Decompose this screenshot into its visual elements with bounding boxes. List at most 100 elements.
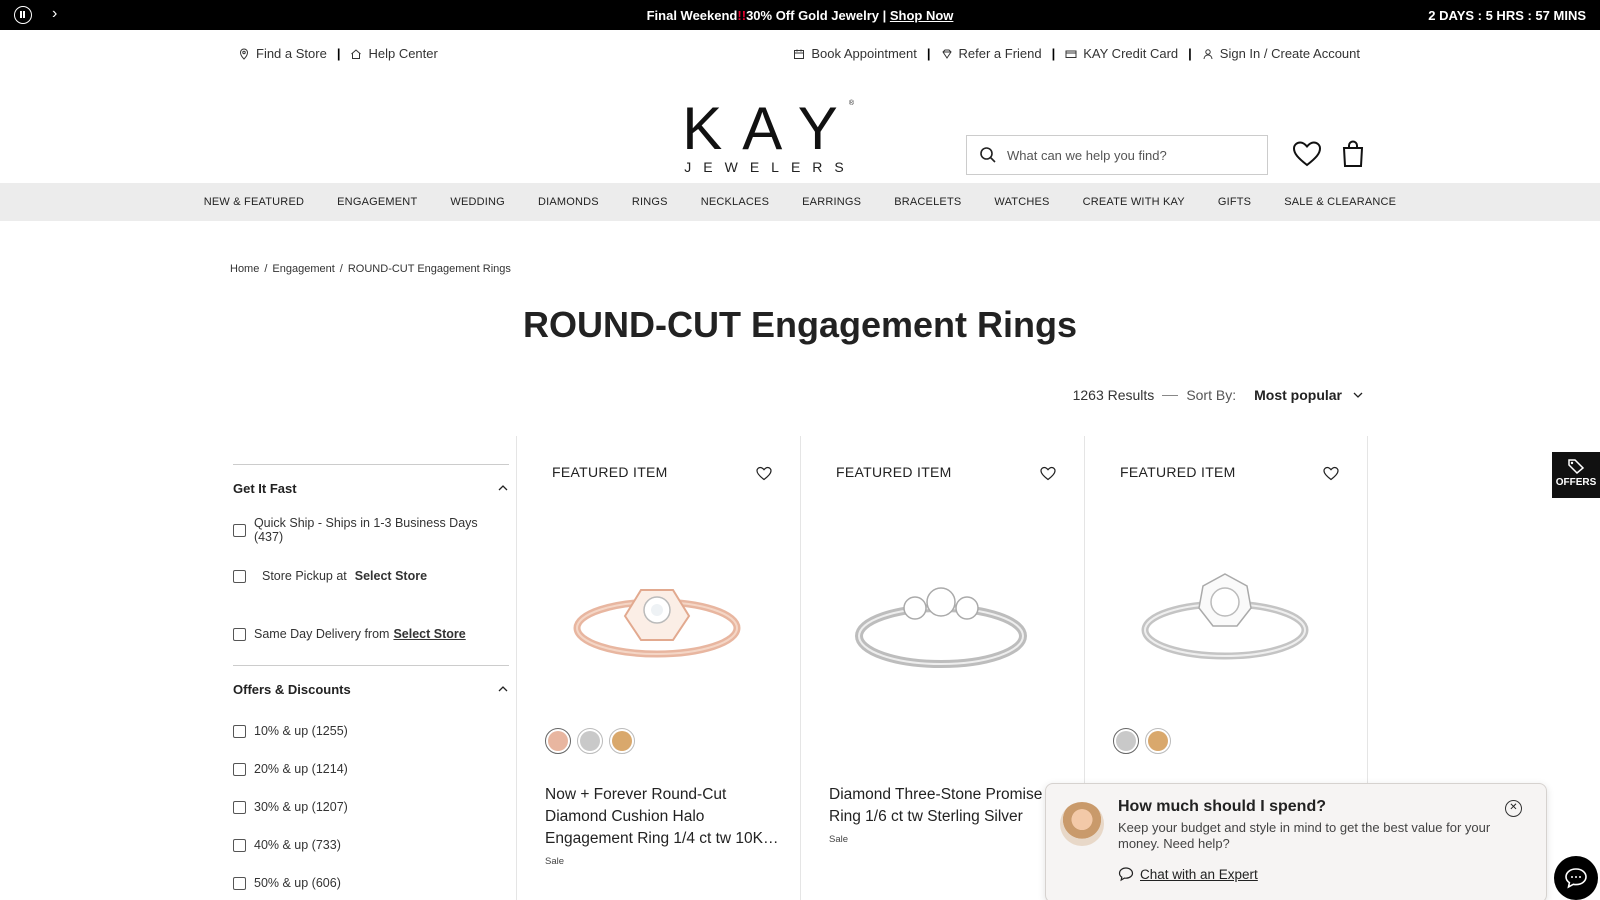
- featured-badge: FEATURED ITEM: [1120, 464, 1236, 480]
- shop-now-link[interactable]: Shop Now: [890, 8, 954, 23]
- product-card[interactable]: FEATURED ITEM Diamond Three-Stone Promis…: [800, 436, 1084, 900]
- featured-badge: FEATURED ITEM: [836, 464, 952, 480]
- sort-dropdown[interactable]: Most popular: [1254, 387, 1342, 403]
- select-store-link-2[interactable]: Select Store: [393, 627, 465, 641]
- select-store-link[interactable]: Select Store: [355, 569, 427, 583]
- product-card[interactable]: FEATURED ITEM Now + Forever Round-Cut Di…: [516, 436, 800, 900]
- offers-tab[interactable]: OFFERS: [1552, 452, 1600, 498]
- ring-image[interactable]: [557, 546, 757, 686]
- checkbox[interactable]: [233, 523, 246, 537]
- filter-quick-ship[interactable]: Quick Ship - Ships in 1-3 Business Days …: [233, 511, 509, 549]
- close-icon[interactable]: ✕: [1505, 800, 1522, 817]
- heart-icon[interactable]: [1323, 466, 1339, 481]
- checkbox[interactable]: [233, 724, 246, 738]
- nav-bracelets[interactable]: BRACELETS: [878, 196, 978, 208]
- checkbox[interactable]: [233, 762, 246, 776]
- filter-store-pickup[interactable]: Store Pickup at Select Store: [233, 549, 509, 603]
- swatch-rose-gold[interactable]: [545, 728, 571, 754]
- promo-bar: › Final Weekend!!30% Off Gold Jewelry | …: [0, 0, 1600, 30]
- swatch-yellow-gold[interactable]: [1145, 728, 1171, 754]
- tag-icon: [1568, 459, 1585, 474]
- chat-popup: How much should I spend? Keep your budge…: [1045, 783, 1547, 900]
- diamond-icon: [941, 49, 952, 59]
- nav-engagement[interactable]: ENGAGEMENT: [321, 196, 434, 208]
- nav-wedding[interactable]: WEDDING: [434, 196, 522, 208]
- location-pin-icon: [239, 47, 249, 60]
- help-house-icon: [351, 48, 362, 59]
- ring-image[interactable]: [1125, 546, 1325, 686]
- checkbox[interactable]: [233, 627, 246, 641]
- nav-earrings[interactable]: EARRINGS: [786, 196, 878, 208]
- chat-question: How much should I spend?: [1118, 798, 1326, 815]
- ring-image[interactable]: [841, 546, 1041, 686]
- sale-tag: Sale: [829, 834, 849, 845]
- book-appointment-link[interactable]: Book Appointment: [793, 46, 917, 61]
- kay-logo[interactable]: KAY JEWELERS ®: [680, 99, 860, 176]
- search-input[interactable]: [1007, 147, 1247, 163]
- swatch-white-gold[interactable]: [1113, 728, 1139, 754]
- checkbox[interactable]: [233, 876, 246, 890]
- nav-sale-clearance[interactable]: SALE & CLEARANCE: [1268, 196, 1413, 208]
- refer-friend-link[interactable]: Refer a Friend: [941, 46, 1042, 61]
- sign-in-link[interactable]: Sign In / Create Account: [1202, 46, 1360, 61]
- nav-diamonds[interactable]: DIAMONDS: [521, 196, 615, 208]
- filter-sidebar: Get It Fast Quick Ship - Ships in 1-3 Bu…: [233, 464, 509, 900]
- sale-tag: Sale: [545, 856, 565, 867]
- chat-launcher-button[interactable]: [1554, 856, 1598, 900]
- chat-description: Keep your budget and style in mind to ge…: [1118, 820, 1491, 851]
- filter-offers-header[interactable]: Offers & Discounts: [233, 666, 509, 712]
- featured-badge: FEATURED ITEM: [552, 464, 668, 480]
- filter-offer-30[interactable]: 30% & up (1207): [233, 788, 509, 826]
- nav-gifts[interactable]: GIFTS: [1201, 196, 1267, 208]
- utility-right: Book Appointment | Refer a Friend | KAY …: [793, 46, 1360, 61]
- breadcrumb: Home / Engagement / ROUND-CUT Engagement Rin…: [230, 263, 511, 275]
- wishlist-heart-icon[interactable]: [1292, 140, 1322, 168]
- metal-swatches: [545, 728, 635, 754]
- chat-bubble-icon: [1118, 867, 1134, 882]
- sort-label: Sort By:: [1186, 387, 1237, 403]
- credit-card-icon: [1065, 50, 1077, 58]
- filter-offer-40[interactable]: 40% & up (733): [233, 826, 509, 864]
- swatch-yellow-gold[interactable]: [609, 728, 635, 754]
- checkbox[interactable]: [233, 800, 246, 814]
- product-name[interactable]: Now + Forever Round-Cut Diamond Cushion …: [545, 784, 785, 850]
- chevron-down-icon[interactable]: [1352, 389, 1364, 401]
- checkbox[interactable]: [233, 838, 246, 852]
- swatch-white-gold[interactable]: [577, 728, 603, 754]
- nav-create-with-kay[interactable]: CREATE WITH KAY: [1066, 196, 1201, 208]
- search-icon: [980, 147, 996, 163]
- filter-same-day[interactable]: Same Day Delivery from Select Store: [233, 603, 509, 665]
- breadcrumb-current: ROUND-CUT Engagement Rings: [347, 263, 511, 275]
- calendar-icon: [794, 49, 805, 59]
- find-store-link[interactable]: Find a Store: [238, 46, 327, 61]
- chevron-up-icon: [498, 686, 508, 692]
- user-icon: [1203, 48, 1213, 59]
- chat-expert-link[interactable]: Chat with an Expert: [1118, 866, 1258, 882]
- checkbox[interactable]: [233, 569, 246, 583]
- page-title: ROUND-CUT Engagement Rings: [522, 304, 1077, 345]
- nav-new-featured[interactable]: NEW & FEATURED: [187, 196, 320, 208]
- nav-watches[interactable]: WATCHES: [978, 196, 1066, 208]
- expert-avatar: [1060, 802, 1104, 846]
- utility-left: Find a Store | Help Center: [238, 46, 438, 61]
- results-count: 1263 Results: [1072, 387, 1155, 403]
- breadcrumb-home[interactable]: Home: [230, 263, 259, 275]
- filter-offer-50[interactable]: 50% & up (606): [233, 864, 509, 900]
- filter-get-it-fast-header[interactable]: Get It Fast: [233, 465, 509, 511]
- nav-necklaces[interactable]: NECKLACES: [684, 196, 785, 208]
- help-center-link[interactable]: Help Center: [350, 46, 438, 61]
- credit-card-link[interactable]: KAY Credit Card: [1065, 46, 1178, 61]
- heart-icon[interactable]: [756, 466, 772, 481]
- filter-offer-20[interactable]: 20% & up (1214): [233, 750, 509, 788]
- countdown-timer: 2 DAYS : 5 HRS : 57 MINS: [1428, 8, 1586, 23]
- breadcrumb-engagement[interactable]: Engagement: [272, 263, 334, 275]
- promo-message: Final Weekend!!30% Off Gold Jewelry | Sh…: [646, 8, 954, 23]
- search-box[interactable]: [966, 135, 1268, 175]
- filter-offer-10[interactable]: 10% & up (1255): [233, 712, 509, 750]
- nav-rings[interactable]: RINGS: [615, 196, 684, 208]
- product-name[interactable]: Diamond Three-Stone Promise Ring 1/6 ct …: [829, 784, 1069, 828]
- chat-bubble-icon: [1565, 868, 1587, 889]
- heart-icon[interactable]: [1040, 466, 1056, 481]
- metal-swatches: [1113, 728, 1171, 754]
- shopping-bag-icon[interactable]: [1342, 140, 1364, 168]
